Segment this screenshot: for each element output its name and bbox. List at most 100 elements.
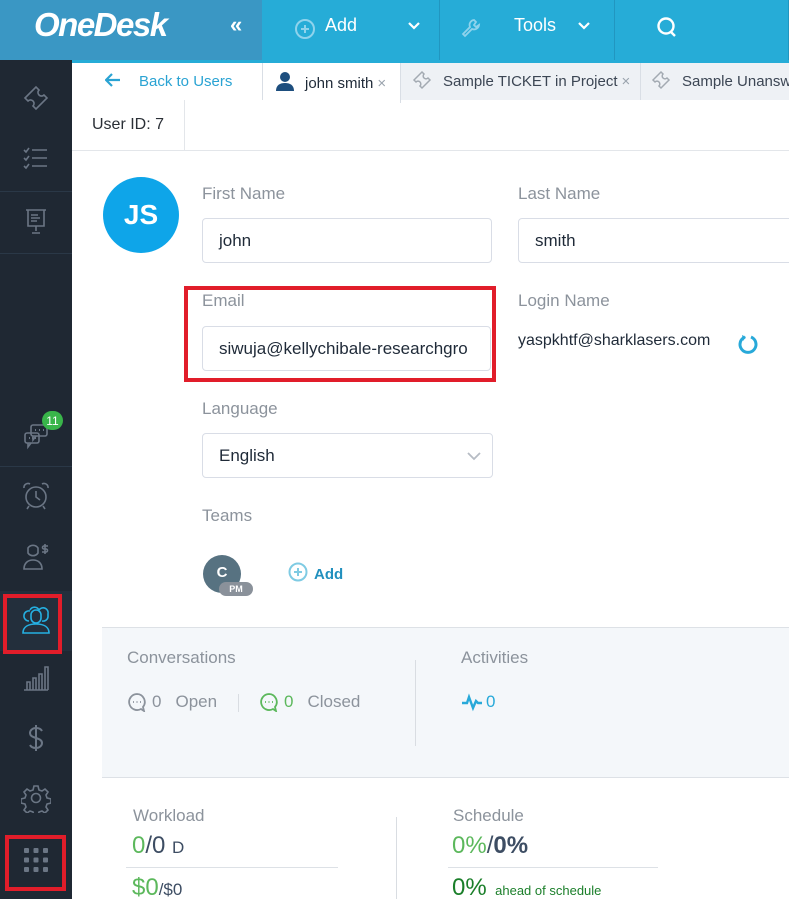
tab-sample-ticket[interactable]: Sample TICKET in Project × [401, 63, 641, 100]
schedule-delta-label: ahead of schedule [495, 883, 602, 898]
sidebar-item-analytics[interactable] [0, 648, 72, 708]
language-label: Language [202, 399, 278, 418]
workload-title: Workload [133, 806, 205, 825]
back-to-users-label: Back to Users [139, 73, 233, 90]
open-count: 0 [152, 692, 162, 711]
login-name-value: yaspkhtf@sharklasers.com [518, 332, 711, 349]
workload-total: /0 [145, 832, 166, 859]
last-name-label: Last Name [518, 184, 601, 203]
open-label: Open [175, 692, 218, 711]
team-role-badge: PM [219, 582, 253, 596]
checklist-icon [23, 147, 47, 170]
user-id-label: User ID: 7 [72, 100, 185, 150]
sidebar-item-customers[interactable] [0, 526, 72, 586]
collapse-sidebar-icon[interactable]: « [230, 12, 242, 38]
plus-circle-icon [294, 18, 316, 45]
divider [126, 867, 338, 868]
email-input[interactable]: siwuja@kellychibale-researchgro [202, 326, 491, 371]
user-icon [275, 71, 295, 95]
close-tab-icon[interactable]: × [377, 75, 386, 92]
alarm-clock-icon [23, 482, 49, 510]
user-avatar[interactable]: JS [103, 177, 179, 253]
schedule-delta-value: 0% [452, 874, 487, 901]
sidebar-item-tickets[interactable] [0, 68, 72, 128]
grid-icon [24, 848, 48, 872]
schedule-planned: 0% [493, 832, 529, 859]
arrow-left-icon [104, 72, 121, 91]
tab-sample-unanswered[interactable]: Sample Unansw [642, 63, 789, 100]
sidebar-item-projects[interactable] [0, 191, 72, 251]
closed-conversations[interactable]: 0 Closed [259, 692, 360, 712]
chat-bubble-icon [128, 693, 146, 712]
bar-chart-icon [24, 666, 49, 691]
tab-bar: Back to Users john smith × Sample TICKET… [72, 60, 789, 103]
add-team-button[interactable]: Add [288, 562, 343, 586]
workload-done: 0 [132, 832, 146, 859]
chevron-down-icon [576, 18, 592, 37]
sidebar-item-users[interactable] [0, 591, 72, 651]
sidebar-item-timesheets[interactable] [0, 466, 72, 526]
ticket-icon [650, 69, 672, 95]
add-team-label: Add [314, 565, 344, 583]
schedule-actual: 0% [452, 832, 487, 859]
conversations-title: Conversations [127, 648, 236, 667]
closed-count: 0 [284, 692, 294, 711]
back-to-users-link[interactable]: Back to Users [72, 63, 263, 100]
tab-john-smith[interactable]: john smith × [263, 63, 401, 103]
first-name-label: First Name [202, 184, 286, 203]
sidebar-divider [0, 253, 72, 254]
last-name-input[interactable]: smith [518, 218, 789, 263]
divider [415, 660, 416, 746]
sidebar-item-invoices[interactable] [0, 708, 72, 768]
wrench-icon [460, 17, 482, 44]
tools-label: Tools [514, 15, 557, 35]
language-select[interactable]: English [202, 433, 493, 478]
activities-count: 0 [486, 692, 496, 711]
schedule-progress: 0%/0% [452, 832, 528, 860]
tools-button[interactable]: Tools [440, 0, 615, 60]
activities-count-link[interactable]: 0 [461, 692, 495, 712]
cost-total: /$0 [158, 880, 183, 899]
tab-label: Sample TICKET in Project [443, 73, 618, 90]
chat-bubble-icon [260, 693, 278, 712]
tab-label: john smith [305, 74, 374, 92]
search-button[interactable] [615, 0, 789, 60]
language-value: English [219, 445, 275, 465]
cost-done: $0 [132, 874, 159, 901]
email-label: Email [202, 291, 245, 310]
user-id-bar: User ID: 7 [72, 100, 789, 151]
close-tab-icon[interactable]: × [622, 73, 631, 90]
workload-unit: D [172, 838, 185, 857]
user-dollar-icon [23, 544, 49, 570]
chevron-down-icon [466, 448, 482, 469]
sidebar-item-tasks[interactable] [0, 128, 72, 188]
schedule-title: Schedule [453, 806, 524, 825]
dollar-icon [28, 725, 44, 751]
workload-cost: $0/$0 [132, 874, 182, 902]
add-label: Add [325, 15, 358, 35]
add-button[interactable]: Add [262, 0, 440, 60]
activities-title: Activities [461, 648, 529, 667]
logo-area: OneDesk « [0, 0, 262, 60]
divider [238, 694, 239, 712]
sidebar-item-apps[interactable] [0, 830, 72, 890]
sidebar-item-administration[interactable] [0, 768, 72, 828]
ticket-icon [23, 85, 49, 111]
open-conversations[interactable]: 0 Open [127, 692, 217, 712]
divider [448, 867, 658, 868]
sidebar-item-messages[interactable]: 11 [0, 405, 72, 465]
presentation-board-icon [26, 209, 46, 234]
gear-icon [21, 785, 51, 813]
ticket-icon [411, 69, 433, 95]
divider [396, 817, 397, 899]
onedesk-logo[interactable]: OneDesk [34, 6, 168, 44]
workload-days: 0/0 D [132, 832, 184, 860]
tab-label: Sample Unansw [682, 73, 789, 90]
stats-panel: Conversations 0 Open 0 Closed Activities… [102, 627, 789, 778]
search-icon [655, 15, 679, 44]
first-name-input[interactable]: john [202, 218, 492, 263]
chevron-down-icon [406, 18, 422, 37]
messages-count-badge: 11 [42, 411, 63, 430]
plus-circle-icon [288, 562, 308, 586]
refresh-login-icon[interactable] [737, 333, 759, 360]
